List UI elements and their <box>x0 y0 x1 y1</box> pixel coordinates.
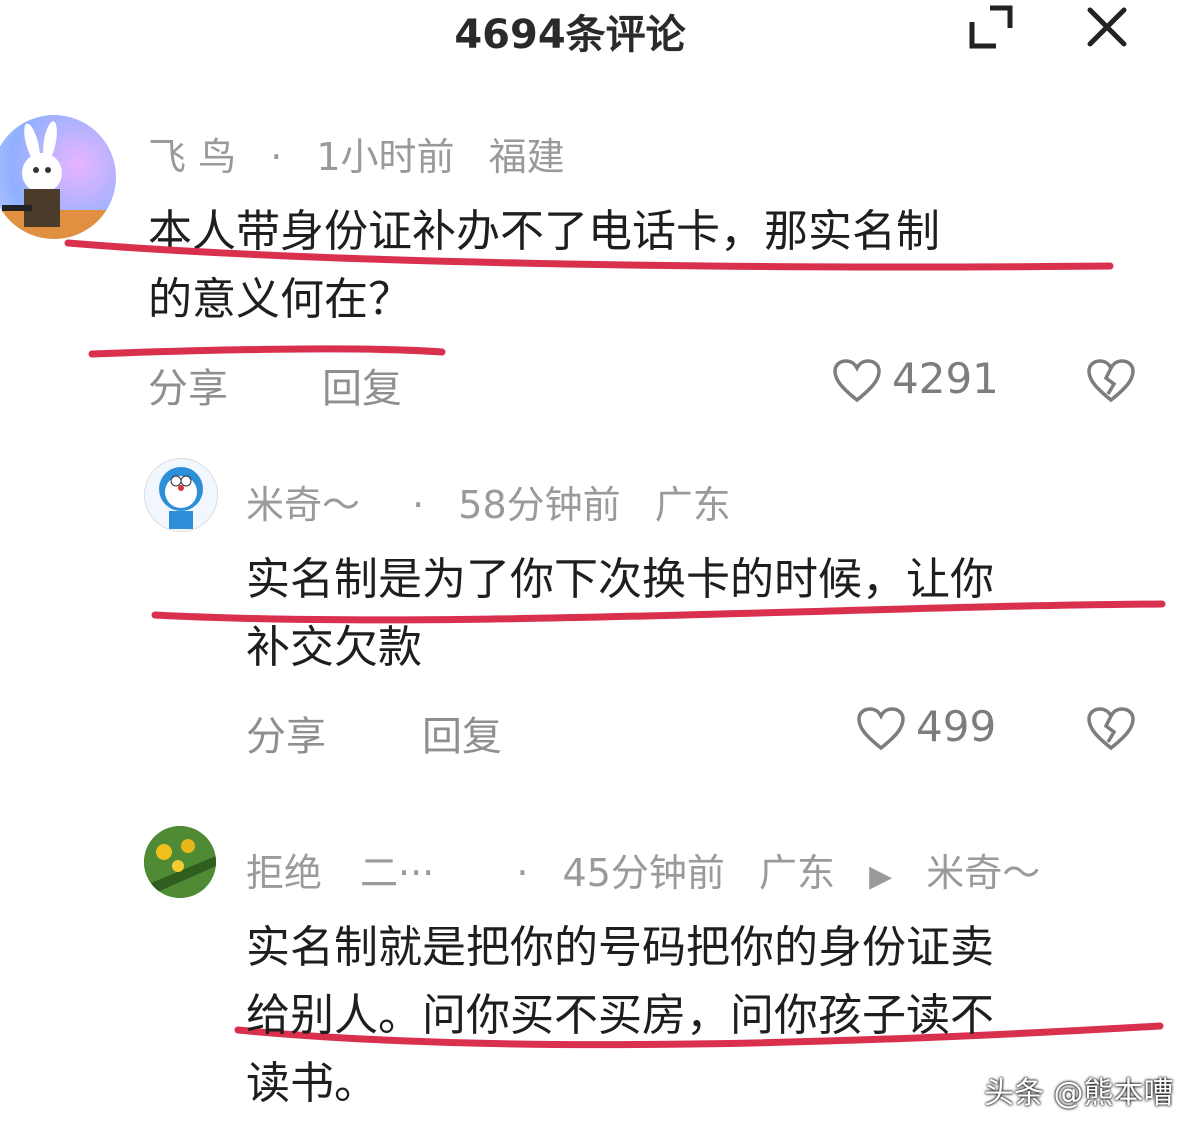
reply-button[interactable]: 回复 <box>322 356 402 414</box>
comment-line: 补交欠款 <box>246 622 422 673</box>
reply-button[interactable]: 回复 <box>422 704 502 762</box>
comment-line: 本人带身份证补办不了电话卡，那实名制 <box>148 206 940 257</box>
expand-icon[interactable] <box>968 4 1014 50</box>
location: 福建 <box>488 135 565 179</box>
reply-arrow-icon: ▶ <box>869 859 893 894</box>
separator-dot: · <box>412 483 425 527</box>
heart-icon[interactable] <box>832 358 882 404</box>
broken-heart-icon[interactable] <box>1086 358 1136 404</box>
share-button[interactable]: 分享 <box>246 704 326 762</box>
comment-body: 实名制是为了你下次换卡的时候，让你 补交欠款 <box>246 546 1166 682</box>
share-button[interactable]: 分享 <box>148 356 228 414</box>
comment-line: 给别人。问你买不买房，问你孩子读不 <box>246 990 994 1041</box>
close-icon[interactable] <box>1084 4 1130 50</box>
heart-icon[interactable] <box>856 706 906 752</box>
username[interactable]: 飞 鸟 <box>148 135 236 179</box>
separator-dot: · <box>270 135 283 179</box>
like-count: 4291 <box>892 354 999 403</box>
comment-meta: 米奇～ · 58分钟前 广东 <box>246 474 753 529</box>
separator-dot: · <box>516 851 529 895</box>
broken-heart-icon[interactable] <box>1086 706 1136 752</box>
timestamp: 1小时前 <box>316 135 455 179</box>
username[interactable]: 米奇～ <box>246 483 360 527</box>
comment-body: 本人带身份证补办不了电话卡，那实名制 的意义何在？ <box>148 198 1148 334</box>
comment-meta: 飞 鸟 · 1小时前 福建 <box>148 126 587 181</box>
comment-line: 实名制是为了你下次换卡的时候，让你 <box>246 554 994 605</box>
username[interactable]: 拒绝 二··· <box>246 851 434 895</box>
watermark: 头条 @熊本嘈 <box>984 1076 1174 1111</box>
timestamp: 45分钟前 <box>562 851 725 895</box>
rabbit-avatar[interactable] <box>0 115 116 239</box>
comment-line: 的意义何在？ <box>148 274 412 325</box>
timestamp: 58分钟前 <box>458 483 621 527</box>
comment-line: 实名制就是把你的号码把你的身份证卖 <box>246 922 994 973</box>
flower-avatar[interactable] <box>144 826 216 898</box>
like-count: 499 <box>916 702 997 751</box>
location: 广东 <box>654 483 731 527</box>
location: 广东 <box>758 851 835 895</box>
doraemon-avatar[interactable] <box>144 458 218 532</box>
reply-to-username[interactable]: 米奇～ <box>926 851 1040 895</box>
comment-meta: 拒绝 二··· · 45分钟前 广东 ▶ 米奇～ <box>246 842 1062 897</box>
